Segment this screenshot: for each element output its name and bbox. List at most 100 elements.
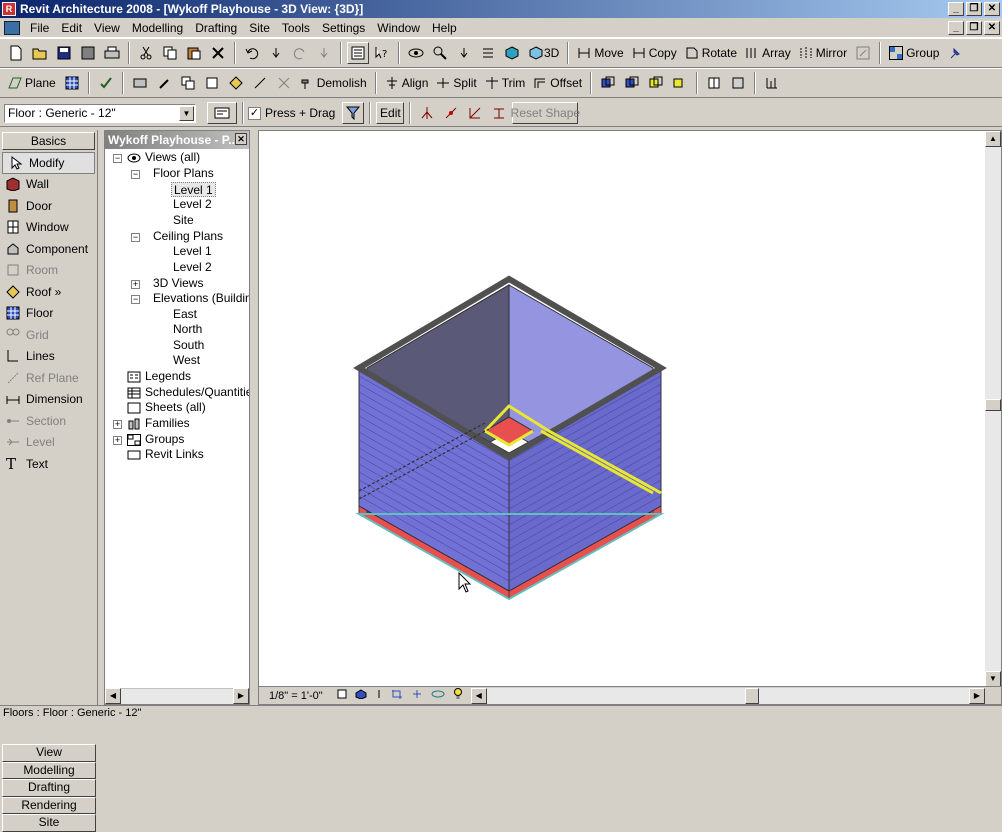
design-item-window[interactable]: Window: [0, 217, 97, 239]
menu-help[interactable]: Help: [426, 21, 463, 35]
paint-icon[interactable]: [153, 72, 175, 94]
close-icon[interactable]: ✕: [235, 133, 247, 145]
save-all-icon[interactable]: [77, 42, 99, 64]
shadows-icon[interactable]: [375, 689, 383, 702]
dynamic-view-icon[interactable]: [405, 42, 427, 64]
scroll-up-icon[interactable]: ▲: [985, 131, 1001, 147]
view-scroll-right-icon[interactable]: ▶: [969, 687, 985, 704]
array-button[interactable]: Array: [742, 42, 794, 64]
move-button[interactable]: Move: [574, 42, 626, 64]
design-item-door[interactable]: Door: [0, 195, 97, 217]
design-item-wall[interactable]: Wall: [0, 174, 97, 196]
show-crop-icon[interactable]: [411, 689, 423, 702]
menu-drafting[interactable]: Drafting: [189, 21, 243, 35]
undo-dropdown-icon[interactable]: [265, 42, 287, 64]
design-item-grid[interactable]: Grid: [0, 324, 97, 346]
revit-app-icon[interactable]: R: [2, 2, 16, 16]
redo-dropdown-icon[interactable]: [313, 42, 335, 64]
tree-ceiling-level-2[interactable]: Level 2: [173, 260, 212, 275]
view-scale[interactable]: 1/8" = 1'-0": [269, 690, 323, 702]
lightbulb-icon[interactable]: [453, 688, 463, 703]
design-item-text[interactable]: T Text: [0, 453, 97, 475]
delete-icon[interactable]: [207, 42, 229, 64]
tree-groups[interactable]: Groups: [127, 432, 184, 447]
modify-sub-elements-icon[interactable]: [416, 102, 438, 124]
menu-settings[interactable]: Settings: [316, 21, 371, 35]
highlight-face-icon[interactable]: [669, 72, 691, 94]
thin-lines-icon[interactable]: [347, 42, 369, 64]
collapse-icon[interactable]: −: [131, 170, 140, 179]
offset-button[interactable]: Offset: [530, 72, 585, 94]
h-scroll-thumb[interactable]: [744, 687, 759, 704]
expand-icon[interactable]: +: [113, 420, 122, 429]
save-icon[interactable]: [53, 42, 75, 64]
tree-floor-plans[interactable]: Floor Plans: [153, 166, 214, 181]
default-3d-view-icon[interactable]: [501, 42, 523, 64]
menu-site[interactable]: Site: [243, 21, 276, 35]
add-split-line-icon[interactable]: [464, 102, 486, 124]
doc-restore-button[interactable]: ❐: [966, 21, 982, 35]
minimize-button[interactable]: _: [948, 2, 964, 16]
new-icon[interactable]: [5, 42, 27, 64]
design-item-component[interactable]: Component: [0, 238, 97, 260]
tree-3d-views[interactable]: 3D Views: [153, 276, 203, 291]
collapse-icon[interactable]: −: [131, 295, 140, 304]
edit-button[interactable]: Edit: [376, 102, 405, 124]
rotate-button[interactable]: Rotate: [682, 42, 740, 64]
linework-icon[interactable]: [249, 72, 271, 94]
scroll-right-icon[interactable]: ▶: [233, 688, 249, 704]
doc-minimize-button[interactable]: _: [948, 21, 964, 35]
add-point-icon[interactable]: [440, 102, 462, 124]
tree-families[interactable]: Families: [127, 416, 190, 431]
copy-clipboard-icon[interactable]: [159, 42, 181, 64]
design-item-dimension[interactable]: Dimension: [0, 389, 97, 411]
close-button[interactable]: ✕: [984, 2, 1000, 16]
scroll-down-icon[interactable]: ▼: [985, 671, 1001, 687]
chevron-down-icon[interactable]: ▼: [179, 105, 194, 121]
restore-button[interactable]: ❐: [966, 2, 982, 16]
view-vertical-scrollbar[interactable]: ▲ ▼: [985, 131, 1001, 687]
tree-ceiling-plans[interactable]: Ceiling Plans: [153, 229, 223, 244]
resize-icon[interactable]: [852, 42, 874, 64]
view-scroll-left-icon[interactable]: ◀: [470, 687, 487, 704]
design-item-modify[interactable]: Modify: [2, 152, 95, 174]
tree-elevation-west[interactable]: West: [173, 353, 200, 368]
print-icon[interactable]: [101, 42, 123, 64]
tree-legends[interactable]: Legends: [127, 369, 191, 384]
press-drag-checkbox[interactable]: ✓: [248, 106, 261, 120]
split-face-icon[interactable]: [201, 72, 223, 94]
tree-elevation-north[interactable]: North: [173, 322, 202, 337]
tree-floor-plan-level-2[interactable]: Level 2: [173, 197, 212, 212]
join-geometry-icon[interactable]: [177, 72, 199, 94]
doc-close-button[interactable]: ✕: [984, 21, 1000, 35]
design-item-section[interactable]: Section: [0, 410, 97, 432]
zoom-icon[interactable]: [429, 42, 451, 64]
menu-modelling[interactable]: Modelling: [126, 21, 189, 35]
design-item-level[interactable]: Level: [0, 432, 97, 454]
tree-elevation-south[interactable]: South: [173, 338, 204, 353]
tab-rendering[interactable]: Rendering: [2, 796, 96, 814]
tab-site[interactable]: Site: [2, 814, 96, 832]
design-item-roof[interactable]: Roof »: [0, 281, 97, 303]
document-icon[interactable]: [4, 20, 20, 35]
zoom-dropdown-icon[interactable]: [453, 42, 475, 64]
cut-geometry-icon[interactable]: [129, 72, 151, 94]
view-horizontal-scrollbar[interactable]: [486, 687, 969, 704]
expand-icon[interactable]: +: [113, 436, 122, 445]
expand-icon[interactable]: +: [131, 280, 140, 289]
detail-level-icon[interactable]: [337, 689, 347, 702]
tree-floor-plan-site[interactable]: Site: [173, 213, 194, 228]
reset-shape-button[interactable]: Reset Shape: [511, 102, 580, 124]
check-spelling-icon[interactable]: [95, 72, 117, 94]
scroll-thumb[interactable]: [985, 399, 1001, 411]
highlight-element-icon[interactable]: [645, 72, 667, 94]
design-bar-header[interactable]: Basics: [2, 132, 95, 150]
design-item-lines[interactable]: Lines: [0, 346, 97, 368]
tree-schedules[interactable]: Schedules/Quantitie: [127, 385, 249, 400]
demolish-button[interactable]: Demolish: [297, 72, 370, 94]
whats-this-help-icon[interactable]: ?: [371, 42, 393, 64]
collapse-icon[interactable]: −: [131, 233, 140, 242]
design-item-room[interactable]: Room: [0, 260, 97, 282]
reveal-icon[interactable]: [621, 72, 643, 94]
pick-supports-icon[interactable]: [488, 102, 510, 124]
